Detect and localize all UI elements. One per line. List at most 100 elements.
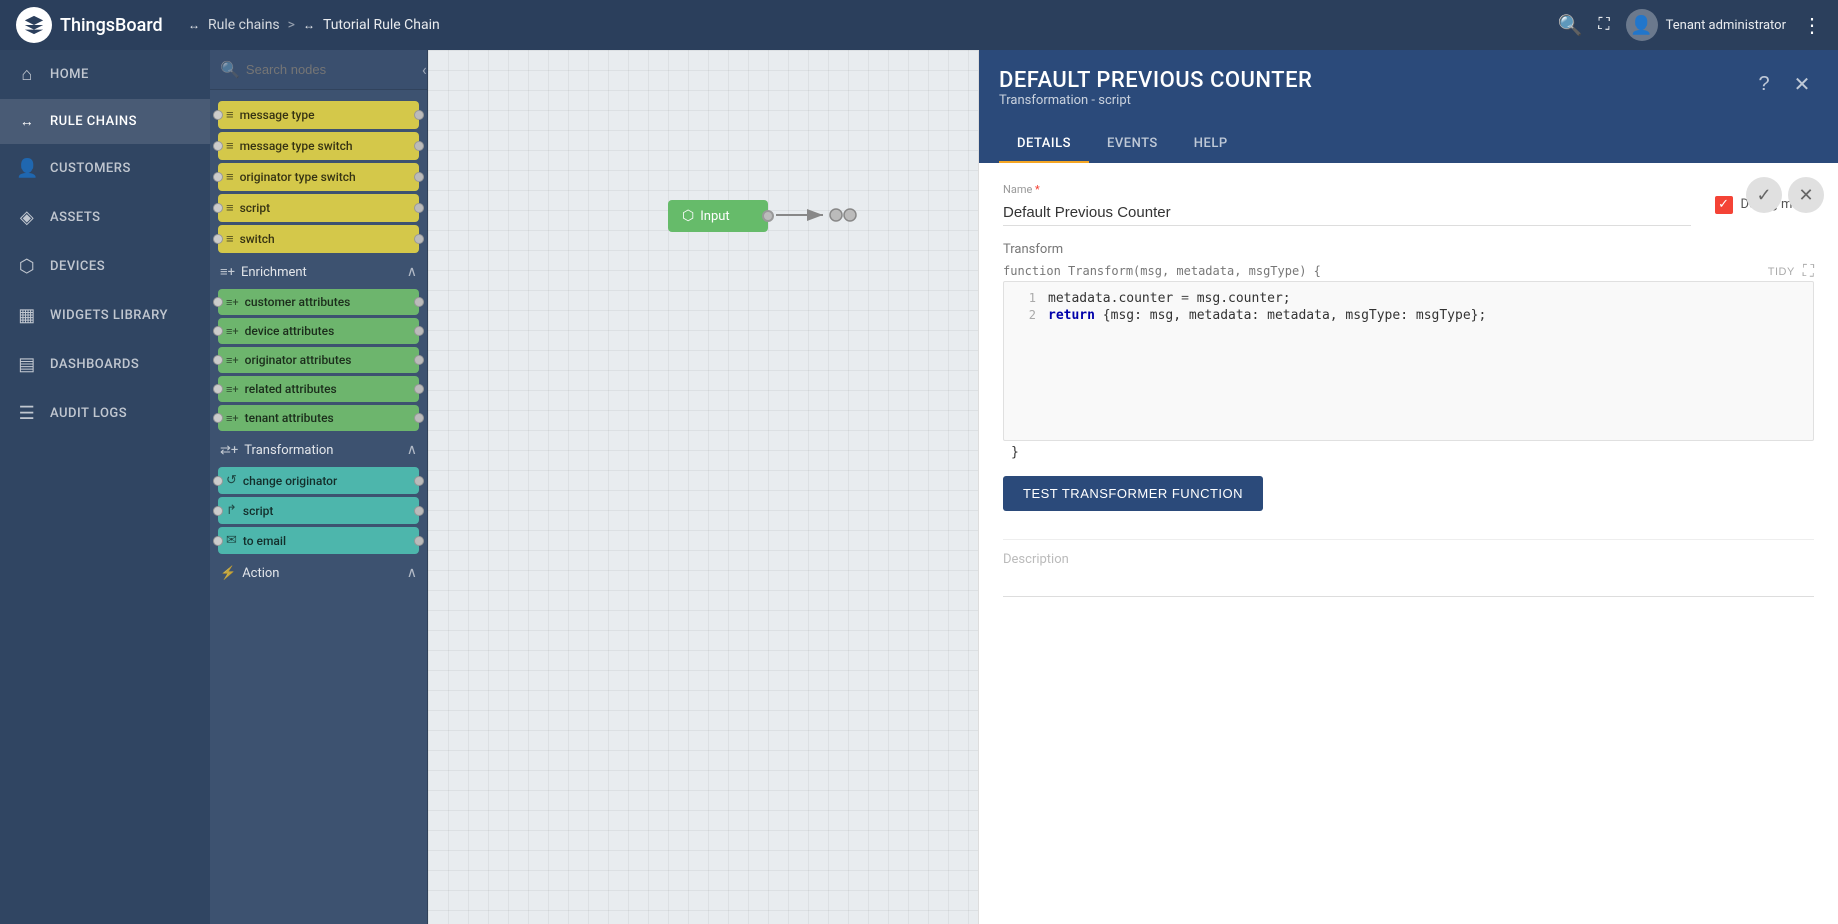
- node-icon: ≡: [226, 138, 234, 154]
- home-icon: ⌂: [16, 64, 38, 85]
- avatar: 👤: [1626, 9, 1658, 41]
- node-icon: ≡+: [226, 383, 239, 396]
- detail-header-top: DEFAULT PREVIOUS COUNTER Transformation …: [999, 68, 1818, 122]
- input-node-label: Input: [700, 209, 729, 224]
- detail-subtitle: Transformation - script: [999, 93, 1312, 108]
- description-label: Description: [1003, 539, 1814, 567]
- sidebar-item-devices[interactable]: ⬡ DEVICES: [0, 242, 210, 291]
- list-item[interactable]: ≡ script: [218, 194, 419, 222]
- list-item[interactable]: ≡+ tenant attributes: [218, 405, 419, 431]
- audit-logs-icon: ☰: [16, 403, 38, 424]
- test-transformer-button[interactable]: TEST TRANSFORMER FUNCTION: [1003, 476, 1263, 511]
- code-line-1: 1 metadata.counter = msg.counter;: [1004, 290, 1813, 307]
- more-menu-button[interactable]: ⋮: [1802, 13, 1822, 38]
- save-button[interactable]: ✓: [1746, 177, 1782, 213]
- sidebar-item-customers[interactable]: 👤 CUSTOMERS: [0, 144, 210, 193]
- detail-close-button[interactable]: ✕: [1786, 68, 1818, 100]
- list-item[interactable]: ≡+ originator attributes: [218, 347, 419, 373]
- code-editor[interactable]: 1 metadata.counter = msg.counter; 2 retu…: [1003, 281, 1814, 441]
- name-label: Name: [1003, 183, 1691, 196]
- tab-help[interactable]: HELP: [1176, 126, 1246, 163]
- search-button[interactable]: 🔍: [1558, 13, 1583, 38]
- description-input[interactable]: [1003, 571, 1814, 597]
- checkbox-check-icon: ✓: [1718, 197, 1729, 212]
- search-icon: 🔍: [1558, 13, 1583, 38]
- sidebar-item-home-label: HOME: [50, 67, 89, 82]
- cancel-button[interactable]: ✕: [1788, 177, 1824, 213]
- breadcrumb-rule-chains-link[interactable]: Rule chains: [208, 17, 280, 33]
- breadcrumb: ↔ Rule chains > ↔ Tutorial Rule Chain: [188, 17, 1546, 33]
- content-area: 🔍 ‹ ≡ message type ≡ message: [210, 50, 1838, 924]
- sidebar-item-dashboards[interactable]: ▤ DASHBOARDS: [0, 340, 210, 389]
- help-icon: ?: [1758, 73, 1769, 96]
- name-row: Name ✓ Debug mode: [1003, 183, 1814, 226]
- sidebar-item-widgets-library[interactable]: ▦ WIDGETS LIBRARY: [0, 291, 210, 340]
- function-signature: function Transform(msg, metadata, msgTyp…: [1003, 264, 1321, 278]
- main-layout: ⌂ HOME ↔ RULE CHAINS 👤 CUSTOMERS ◈ ASSET…: [0, 50, 1838, 924]
- sidebar: ⌂ HOME ↔ RULE CHAINS 👤 CUSTOMERS ◈ ASSET…: [0, 50, 210, 924]
- sidebar-item-rule-chains[interactable]: ↔ RULE CHAINS: [0, 99, 210, 144]
- name-input[interactable]: [1003, 200, 1691, 226]
- user-name: Tenant administrator: [1666, 18, 1786, 33]
- help-button[interactable]: ?: [1748, 68, 1780, 100]
- list-item[interactable]: ≡+ device attributes: [218, 318, 419, 344]
- node-connector-right: [414, 326, 424, 336]
- detail-save-cancel-buttons: ✓ ✕: [1746, 177, 1824, 213]
- tab-events[interactable]: EVENTS: [1089, 126, 1176, 163]
- node-label: script: [243, 504, 411, 518]
- line-number-2: 2: [1012, 308, 1036, 322]
- list-item[interactable]: ≡ message type switch: [218, 132, 419, 160]
- enrichment-label: Enrichment: [241, 265, 307, 280]
- code-closing-brace: }: [1003, 441, 1814, 464]
- fullscreen-button[interactable]: ⛶: [1598, 16, 1609, 34]
- palette-search-input[interactable]: [246, 62, 422, 77]
- transformation-collapse-icon[interactable]: ∧: [407, 442, 417, 458]
- node-connector-left: [213, 234, 223, 244]
- breadcrumb-current: Tutorial Rule Chain: [323, 17, 440, 33]
- app-name: ThingsBoard: [60, 15, 163, 36]
- node-label: change originator: [243, 474, 411, 488]
- detail-panel: DEFAULT PREVIOUS COUNTER Transformation …: [978, 50, 1838, 924]
- tidy-button[interactable]: TIDY: [1768, 266, 1795, 278]
- tab-details[interactable]: DETAILS: [999, 126, 1089, 163]
- palette-collapse-icon[interactable]: ‹: [422, 60, 427, 79]
- action-label: Action: [242, 566, 279, 581]
- sidebar-item-customers-label: CUSTOMERS: [50, 161, 131, 176]
- detail-tabs: DETAILS EVENTS HELP: [999, 126, 1818, 163]
- debug-mode-checkbox[interactable]: ✓: [1715, 196, 1733, 214]
- list-item[interactable]: ↺ change originator: [218, 467, 419, 494]
- function-signature-row: function Transform(msg, metadata, msgTyp…: [1003, 263, 1814, 281]
- node-connector-right: [414, 413, 424, 423]
- cancel-icon: ✕: [1798, 185, 1813, 206]
- node-label: originator attributes: [245, 353, 411, 367]
- list-item[interactable]: ≡ message type: [218, 101, 419, 129]
- list-item[interactable]: ≡+ related attributes: [218, 376, 419, 402]
- canvas[interactable]: ⬡ Input: [428, 50, 978, 924]
- breadcrumb-separator: >: [288, 17, 295, 33]
- palette-search-bar: 🔍 ‹: [210, 50, 427, 90]
- list-item[interactable]: ≡+ customer attributes: [218, 289, 419, 315]
- node-connector-right: [414, 297, 424, 307]
- widgets-icon: ▦: [16, 305, 38, 326]
- sidebar-item-home[interactable]: ⌂ HOME: [0, 50, 210, 99]
- action-collapse-icon[interactable]: ∧: [407, 565, 417, 581]
- node-icon: ✉: [226, 533, 237, 548]
- line-number-1: 1: [1012, 291, 1036, 305]
- customers-icon: 👤: [16, 158, 38, 179]
- user-menu[interactable]: 👤 Tenant administrator: [1626, 9, 1786, 41]
- node-label: message type switch: [240, 139, 411, 153]
- list-item[interactable]: ≡ switch: [218, 225, 419, 253]
- canvas-node-input[interactable]: ⬡ Input: [668, 200, 768, 232]
- code-fullscreen-button[interactable]: ⛶: [1803, 263, 1814, 281]
- sidebar-item-assets[interactable]: ◈ ASSETS: [0, 193, 210, 242]
- list-item[interactable]: ↱ script: [218, 497, 419, 524]
- app-logo: ThingsBoard: [16, 7, 176, 43]
- enrichment-collapse-icon[interactable]: ∧: [407, 264, 417, 280]
- sidebar-item-audit-logs[interactable]: ☰ AUDIT LOGS: [0, 389, 210, 438]
- list-item[interactable]: ≡ originator type switch: [218, 163, 419, 191]
- node-label: switch: [240, 232, 411, 246]
- list-item[interactable]: ✉ to email: [218, 527, 419, 554]
- input-node-output-connector[interactable]: [762, 210, 774, 222]
- node-icon: ≡: [226, 231, 234, 247]
- node-icon: ≡+: [226, 412, 239, 425]
